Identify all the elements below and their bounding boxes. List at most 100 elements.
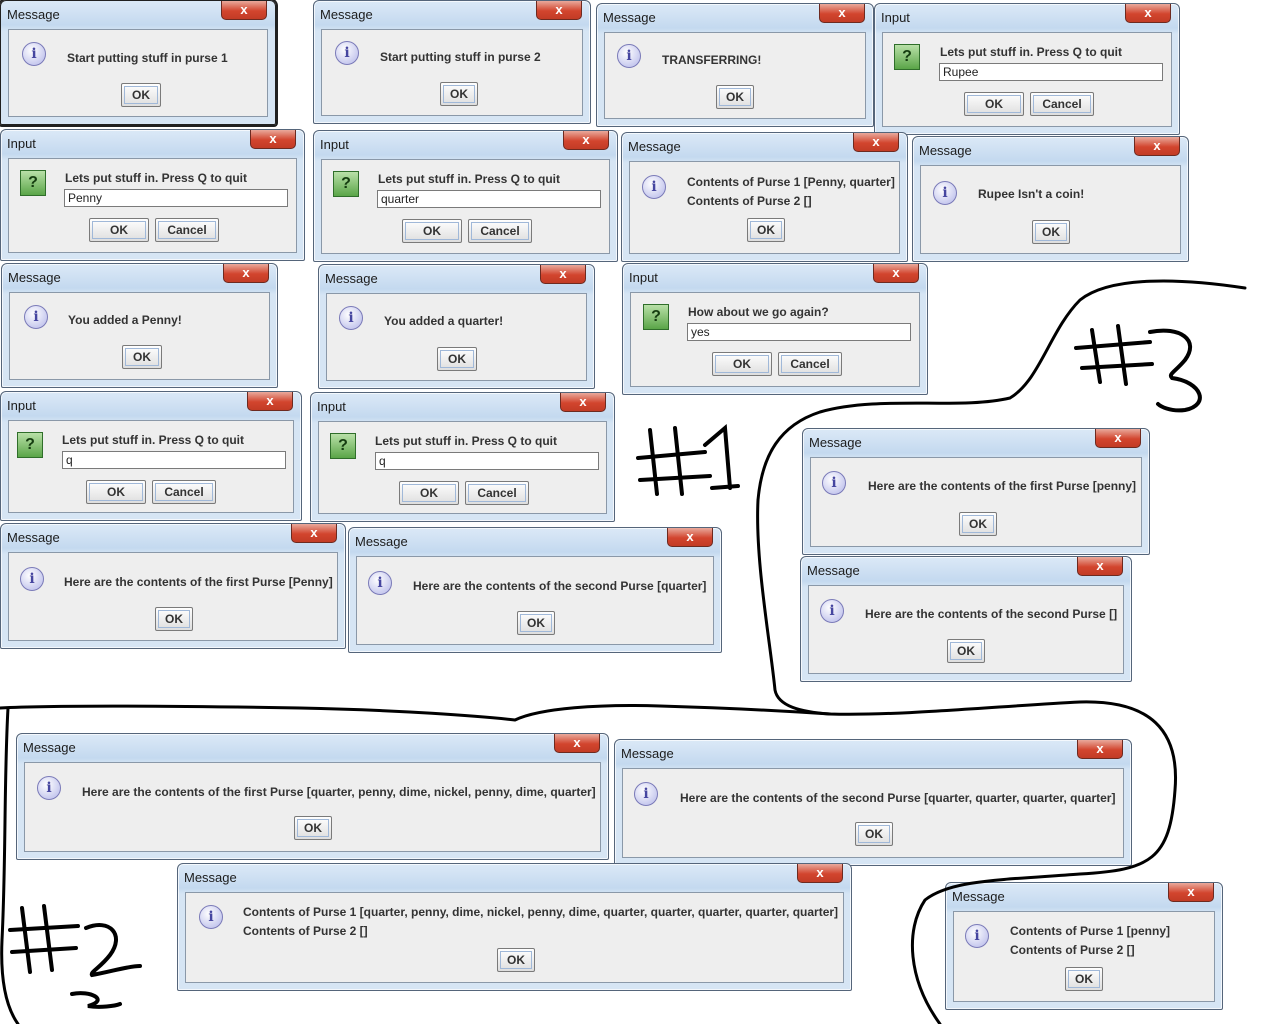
text-input[interactable]: q [62,451,286,469]
close-icon[interactable]: x [536,1,582,20]
dialog-title: Input [881,10,910,25]
close-icon[interactable]: x [1077,740,1123,759]
text-input[interactable]: Penny [64,189,288,207]
dialog-title: Message [7,530,60,545]
cancel-button[interactable]: Cancel [155,218,219,242]
cancel-button[interactable]: Cancel [778,352,842,376]
dialog-message: Here are the contents of the first Purse… [868,479,1137,493]
message-dialog-second-purse-quarters: Message x i Here are the contents of the… [614,739,1132,866]
ok-button[interactable]: OK [747,218,785,242]
ok-button[interactable]: OK [294,816,332,840]
close-icon[interactable]: x [667,528,713,547]
close-icon[interactable]: x [247,392,293,411]
annotation-hash-1 [636,423,740,496]
ok-button[interactable]: OK [716,85,754,109]
text-input[interactable]: yes [687,323,911,341]
question-icon: ? [333,171,359,197]
message-dialog-contents-penny: Message x i Contents of Purse 1 [penny] … [945,882,1223,1010]
message-dialog-start-purse-1: Message x i Start putting stuff in purse… [0,0,276,125]
dialog-message: Here are the contents of the second Purs… [413,579,707,593]
close-icon[interactable]: x [291,524,337,543]
dialog-title: Input [317,399,346,414]
close-icon[interactable]: x [563,131,609,150]
ok-button[interactable]: OK [1032,220,1070,244]
cancel-button[interactable]: Cancel [468,219,532,243]
ok-button[interactable]: OK [959,512,997,536]
info-icon: i [335,41,359,65]
close-icon[interactable]: x [223,264,269,283]
info-icon: i [368,571,392,595]
close-icon[interactable]: x [1168,883,1214,902]
text-input[interactable]: q [375,452,599,470]
dialog-message: Here are the contents of the second Purs… [680,791,1116,805]
close-icon[interactable]: x [819,4,865,23]
info-icon: i [642,175,666,199]
dialog-title: Message [7,7,60,22]
info-icon: i [20,567,44,591]
info-icon: i [965,924,989,948]
dialog-message-line-2: Contents of Purse 2 [] [243,924,368,938]
ok-button[interactable]: OK [155,607,193,631]
ok-button[interactable]: OK [121,83,161,107]
dialog-title: Input [320,137,349,152]
dialog-prompt: Lets put stuff in. Press Q to quit [62,433,245,447]
message-dialog-added-quarter: Message x i You added a quarter! OK [318,264,595,389]
ok-button[interactable]: OK [440,82,478,106]
close-icon[interactable]: x [221,1,267,20]
dialog-message: Here are the contents of the first Purse… [82,785,596,799]
ok-button[interactable]: OK [89,218,149,242]
message-dialog-first-purse-long: Message x i Here are the contents of the… [16,733,609,860]
dialog-message-line-1: Contents of Purse 1 [Penny, quarter] [687,175,895,189]
close-icon[interactable]: x [1077,557,1123,576]
dialog-title: Message [807,563,860,578]
close-icon[interactable]: x [540,265,586,284]
text-input[interactable]: quarter [377,190,601,208]
ok-button[interactable]: OK [402,219,462,243]
info-icon: i [822,471,846,495]
ok-button[interactable]: OK [964,92,1024,116]
ok-button[interactable]: OK [86,480,146,504]
cancel-button[interactable]: Cancel [152,480,216,504]
dialog-title: Message [628,139,681,154]
cancel-button[interactable]: Cancel [1030,92,1094,116]
ok-button[interactable]: OK [497,948,535,972]
info-icon: i [24,305,48,329]
dialog-message-line-1: Contents of Purse 1 [quarter, penny, dim… [243,905,839,919]
close-icon[interactable]: x [797,864,843,883]
ok-button[interactable]: OK [437,347,477,371]
dialog-title: Input [629,270,658,285]
close-icon[interactable]: x [1095,429,1141,448]
dialog-title: Message [355,534,408,549]
dialog-prompt: Lets put stuff in. Press Q to quit [375,434,558,448]
dialog-message-line-1: Contents of Purse 1 [penny] [1010,924,1171,938]
ok-button[interactable]: OK [122,345,162,369]
ok-button[interactable]: OK [1065,967,1103,991]
close-icon[interactable]: x [560,393,606,412]
info-icon: i [933,181,957,205]
ok-button[interactable]: OK [947,639,985,663]
ok-button[interactable]: OK [399,481,459,505]
message-dialog-second-purse-quarter: Message x i Here are the contents of the… [348,527,722,653]
close-icon[interactable]: x [853,133,899,152]
dialog-title: Message [325,271,378,286]
info-icon: i [199,905,223,929]
dialog-title: Message [809,435,862,450]
input-dialog-rupee: Input x ? Lets put stuff in. Press Q to … [874,3,1180,135]
close-icon[interactable]: x [250,130,296,149]
dialog-message-line-2: Contents of Purse 2 [] [1010,943,1135,957]
cancel-button[interactable]: Cancel [465,481,529,505]
close-icon[interactable]: x [1125,4,1171,23]
close-icon[interactable]: x [873,264,919,283]
info-icon: i [22,42,46,66]
message-dialog-rupee-not-coin: Message x i Rupee Isn't a coin! OK [912,136,1189,262]
ok-button[interactable]: OK [712,352,772,376]
text-input[interactable]: Rupee [939,63,1163,81]
close-icon[interactable]: x [554,734,600,753]
ok-button[interactable]: OK [855,822,893,846]
message-dialog-contents-long: Message x i Contents of Purse 1 [quarter… [177,863,852,991]
dialog-title: Input [7,398,36,413]
ok-button[interactable]: OK [517,611,555,635]
dialog-message: Start putting stuff in purse 1 [67,51,228,65]
dialog-message: TRANSFERRING! [662,53,762,67]
close-icon[interactable]: x [1134,137,1180,156]
